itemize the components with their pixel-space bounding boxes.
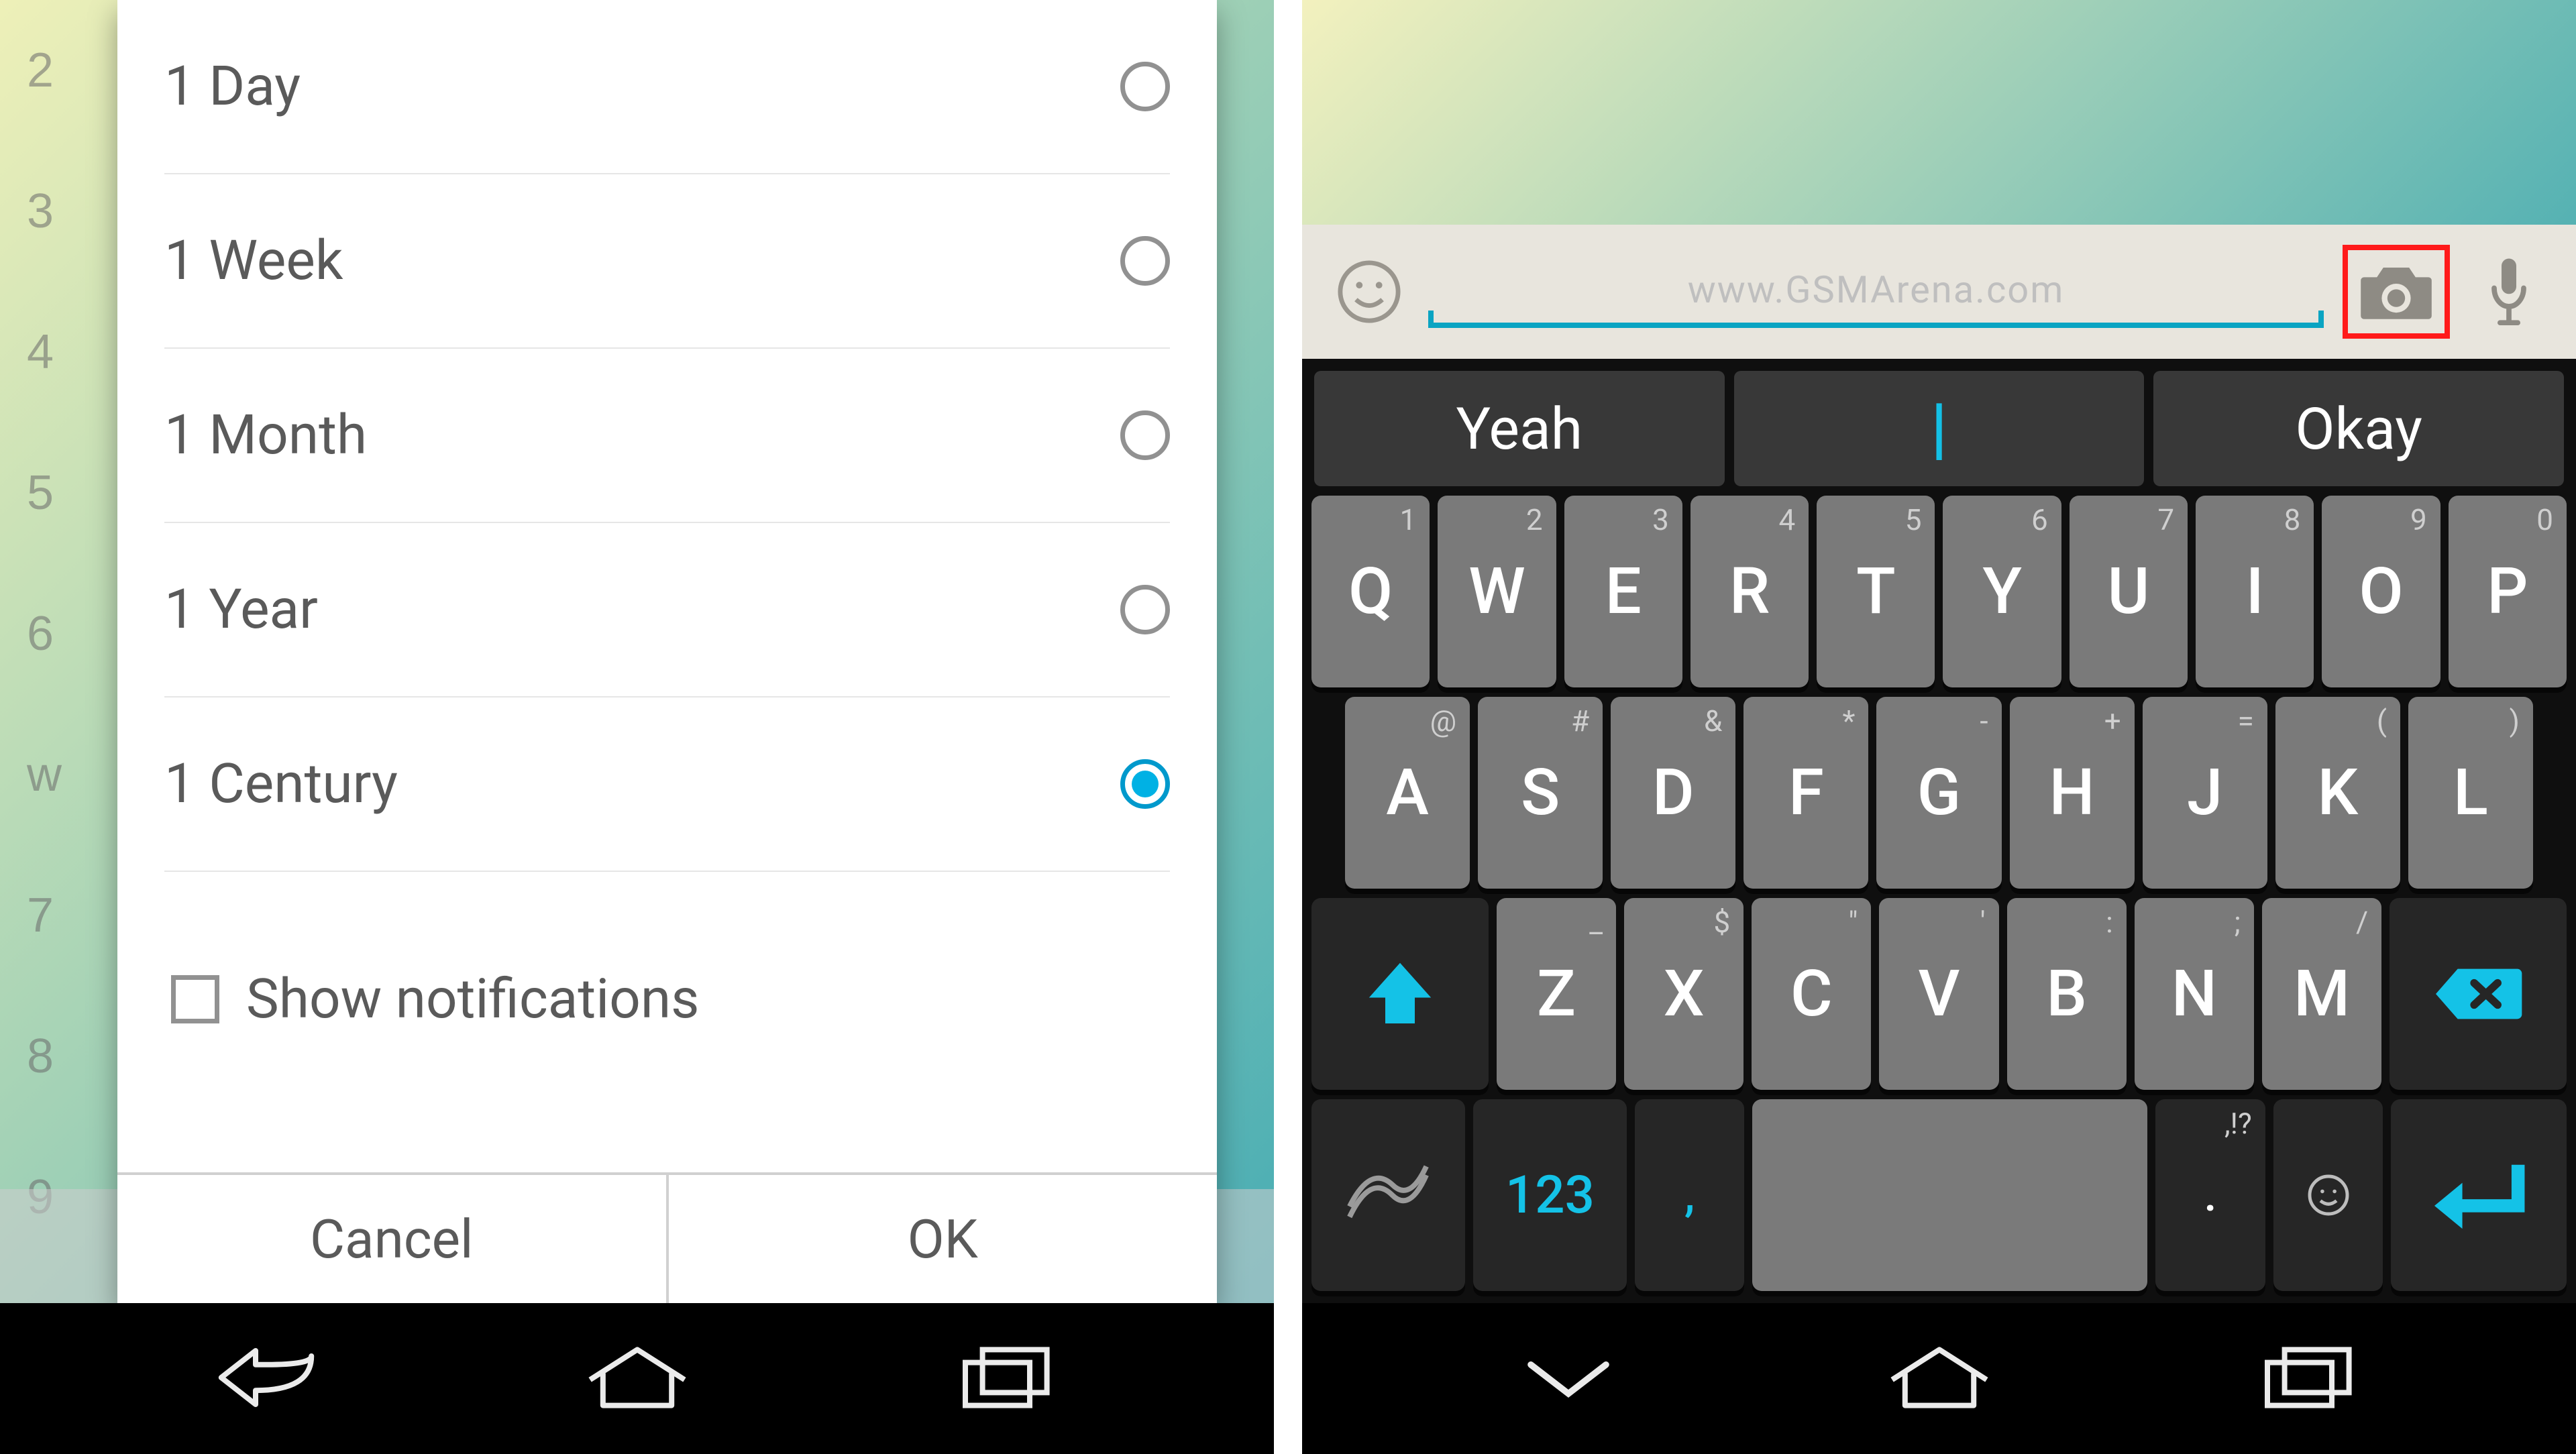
radio-icon (1120, 410, 1170, 460)
suggestion-caret[interactable]: | (1734, 371, 2145, 486)
placeholder-text: www.GSMArena.com (1428, 268, 2324, 312)
key-row-1: 1Q2W3E4R5T6Y7U8I9O0P (1311, 496, 2567, 687)
key-j[interactable]: =J (2143, 697, 2267, 889)
key-row-4: 123 , ,!? . (1311, 1099, 2567, 1291)
period-key[interactable]: ,!? . (2155, 1099, 2265, 1291)
key-p[interactable]: 0P (2449, 496, 2567, 687)
key-q[interactable]: 1Q (1311, 496, 1430, 687)
key-z[interactable]: _Z (1497, 898, 1616, 1090)
mute-options-list: 1 Day 1 Week 1 Month 1 Year 1 Century (117, 0, 1217, 1172)
radio-icon (1120, 236, 1170, 286)
option-label: 1 Month (164, 403, 367, 467)
home-icon[interactable] (1886, 1337, 1993, 1420)
recents-icon[interactable] (2257, 1337, 2364, 1420)
key-o[interactable]: 9O (2322, 496, 2440, 687)
key-h[interactable]: +H (2010, 697, 2135, 889)
recents-icon[interactable] (955, 1337, 1062, 1420)
mute-dialog: 1 Day 1 Week 1 Month 1 Year 1 Century (117, 0, 1217, 1303)
key-x[interactable]: $X (1624, 898, 1743, 1090)
show-notifications-row[interactable]: Show notifications (164, 919, 1170, 1080)
key-f[interactable]: *F (1743, 697, 1868, 889)
key-u[interactable]: 7U (2070, 496, 2188, 687)
home-icon[interactable] (584, 1337, 691, 1420)
option-label: 1 Day (164, 54, 301, 119)
key-n[interactable]: ;N (2135, 898, 2254, 1090)
backspace-key[interactable] (2390, 898, 2567, 1090)
key-w[interactable]: 2W (1438, 496, 1556, 687)
key-row-3: _Z$X"C'V:B;N/M (1311, 898, 2567, 1090)
keyboard: Yeah | Okay 1Q2W3E4R5T6Y7U8I9O0P @A#S&D*… (1302, 359, 2576, 1303)
swiftkey-logo-key[interactable] (1311, 1099, 1465, 1291)
option-label: 1 Century (164, 752, 398, 816)
comma-key[interactable]: , (1635, 1099, 1745, 1291)
emoji-icon[interactable] (1329, 251, 1409, 332)
screenshot-left: 2 3 4 5 6 w 7 8 9 1 'r 1 1 1 1 w 1 Day 1… (0, 0, 1274, 1454)
key-y[interactable]: 6Y (1943, 496, 2061, 687)
option-label: 1 Year (164, 577, 318, 642)
android-nav-bar (1302, 1303, 2576, 1454)
key-e[interactable]: 3E (1564, 496, 1682, 687)
key-b[interactable]: :B (2007, 898, 2127, 1090)
option-1-year[interactable]: 1 Year (164, 523, 1170, 697)
key-v[interactable]: 'V (1879, 898, 1998, 1090)
mic-icon[interactable] (2469, 251, 2549, 332)
option-1-day[interactable]: 1 Day (164, 0, 1170, 174)
key-c[interactable]: "C (1752, 898, 1871, 1090)
key-k[interactable]: (K (2275, 697, 2400, 889)
key-row-2: @A#S&D*F-G+H=J(K)L (1311, 697, 2567, 889)
option-1-week[interactable]: 1 Week (164, 174, 1170, 349)
compose-bar: www.GSMArena.com (1302, 225, 2576, 359)
radio-icon (1120, 585, 1170, 634)
key-s[interactable]: #S (1478, 697, 1603, 889)
key-a[interactable]: @A (1345, 697, 1470, 889)
suggestion-bar: Yeah | Okay (1302, 359, 2576, 486)
camera-icon-highlighted[interactable] (2343, 245, 2450, 339)
message-input[interactable]: www.GSMArena.com (1428, 251, 2324, 332)
screenshot-right: www.GSMArena.com Yeah | (1302, 0, 2576, 1454)
ok-button[interactable]: OK (666, 1175, 1218, 1303)
key-g[interactable]: -G (1876, 697, 2001, 889)
radio-icon-selected (1120, 759, 1170, 809)
radio-icon (1120, 62, 1170, 111)
suggestion-left[interactable]: Yeah (1314, 371, 1725, 486)
keyboard-down-icon[interactable] (1515, 1337, 1622, 1420)
option-1-month[interactable]: 1 Month (164, 349, 1170, 523)
show-notifications-label: Show notifications (246, 967, 700, 1031)
android-nav-bar (0, 1303, 1274, 1454)
dialog-button-bar: Cancel OK (117, 1172, 1217, 1303)
key-i[interactable]: 8I (2196, 496, 2314, 687)
key-l[interactable]: )L (2408, 697, 2533, 889)
key-r[interactable]: 4R (1690, 496, 1809, 687)
back-icon[interactable] (213, 1337, 320, 1420)
checkbox-icon (171, 975, 219, 1023)
option-1-century[interactable]: 1 Century (164, 697, 1170, 872)
enter-key[interactable] (2391, 1099, 2567, 1291)
input-underline (1428, 323, 2324, 328)
cancel-button[interactable]: Cancel (117, 1175, 666, 1303)
key-m[interactable]: /M (2262, 898, 2381, 1090)
option-label: 1 Week (164, 229, 343, 293)
suggestion-right[interactable]: Okay (2153, 371, 2564, 486)
shift-key[interactable] (1311, 898, 1489, 1090)
spacebar-key[interactable] (1752, 1099, 2147, 1291)
numbers-key[interactable]: 123 (1473, 1099, 1627, 1291)
emoji-key[interactable] (2273, 1099, 2383, 1291)
key-t[interactable]: 5T (1817, 496, 1935, 687)
key-d[interactable]: &D (1611, 697, 1735, 889)
